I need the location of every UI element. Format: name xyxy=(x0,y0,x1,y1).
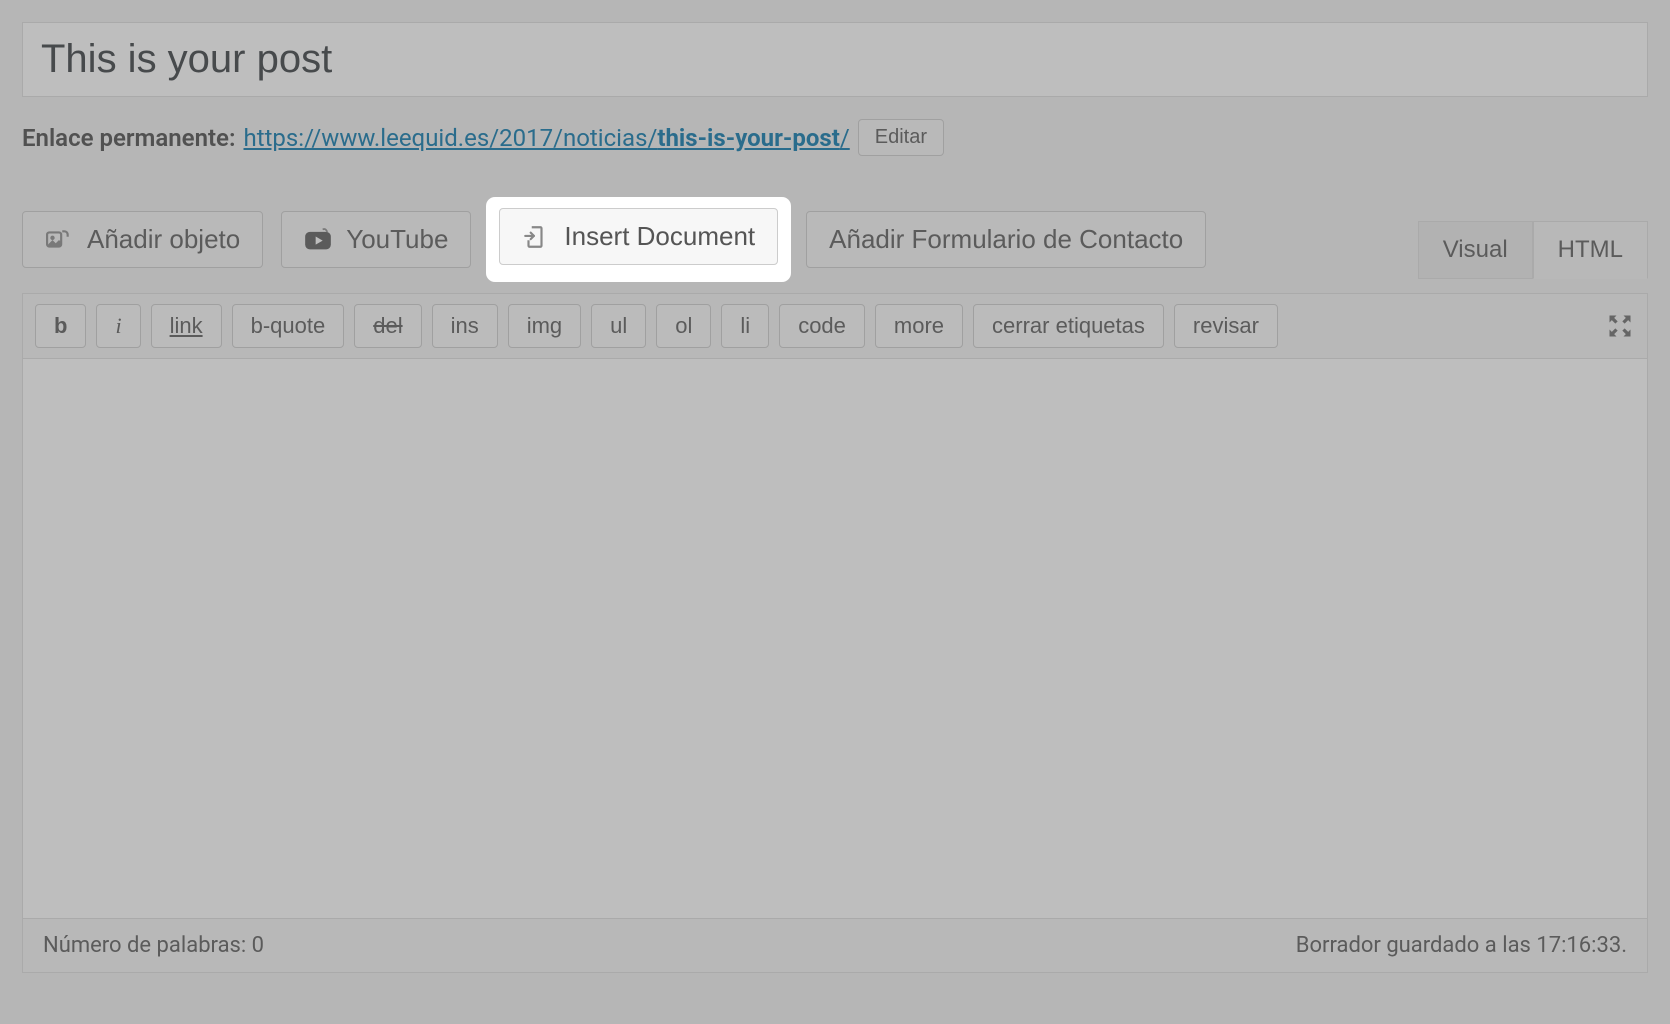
qt-ol-button[interactable]: ol xyxy=(656,304,711,348)
fullscreen-icon[interactable] xyxy=(1605,311,1635,341)
post-title-input[interactable] xyxy=(22,22,1648,97)
qt-revisar-button[interactable]: revisar xyxy=(1174,304,1278,348)
add-media-button[interactable]: Añadir objeto xyxy=(22,211,263,268)
permalink-url[interactable]: https://www.leequid.es/2017/noticias/thi… xyxy=(244,124,850,152)
permalink-trail: / xyxy=(840,124,850,152)
qt-link-button[interactable]: link xyxy=(151,304,222,348)
contact-form-label: Añadir Formulario de Contacto xyxy=(829,224,1183,255)
qt-more-button[interactable]: more xyxy=(875,304,963,348)
media-icon xyxy=(45,227,73,253)
youtube-icon xyxy=(304,227,332,253)
autosave-status: Borrador guardado a las 17:16:33. xyxy=(1296,933,1627,958)
add-media-label: Añadir objeto xyxy=(87,224,240,255)
qt-bquote-button[interactable]: b-quote xyxy=(232,304,345,348)
permalink-slug: this-is-your-post xyxy=(657,124,839,152)
contact-form-button[interactable]: Añadir Formulario de Contacto xyxy=(806,211,1206,268)
qt-ul-button[interactable]: ul xyxy=(591,304,646,348)
media-buttons-row: Añadir objeto YouTube Insert Document Añ… xyxy=(22,200,1648,279)
editor-body xyxy=(22,359,1648,919)
tab-visual[interactable]: Visual xyxy=(1418,221,1533,279)
qt-img-button[interactable]: img xyxy=(508,304,581,348)
youtube-label: YouTube xyxy=(346,224,448,255)
permalink-label: Enlace permanente: xyxy=(22,124,236,152)
qt-ins-button[interactable]: ins xyxy=(432,304,498,348)
edit-permalink-button[interactable]: Editar xyxy=(858,119,944,156)
tab-html[interactable]: HTML xyxy=(1533,221,1648,279)
insert-document-button[interactable]: Insert Document xyxy=(499,208,778,265)
qt-close-tags-button[interactable]: cerrar etiquetas xyxy=(973,304,1164,348)
editor-tabs: Visual HTML xyxy=(1418,221,1648,279)
qt-li-button[interactable]: li xyxy=(721,304,769,348)
insert-document-highlight: Insert Document xyxy=(489,200,788,279)
insert-document-label: Insert Document xyxy=(564,221,755,252)
permalink-base: https://www.leequid.es/2017/noticias/ xyxy=(244,124,658,152)
content-textarea[interactable] xyxy=(23,359,1647,918)
quicktags-toolbar: b i link b-quote del ins img ul ol li co… xyxy=(22,293,1648,359)
document-icon xyxy=(522,224,550,250)
qt-del-button[interactable]: del xyxy=(354,304,421,348)
qt-bold-button[interactable]: b xyxy=(35,304,86,348)
qt-italic-button[interactable]: i xyxy=(96,304,140,348)
youtube-button[interactable]: YouTube xyxy=(281,211,471,268)
qt-code-button[interactable]: code xyxy=(779,304,865,348)
word-count: Número de palabras: 0 xyxy=(43,933,264,958)
status-bar: Número de palabras: 0 Borrador guardado … xyxy=(22,919,1648,973)
permalink-row: Enlace permanente: https://www.leequid.e… xyxy=(22,119,1648,156)
